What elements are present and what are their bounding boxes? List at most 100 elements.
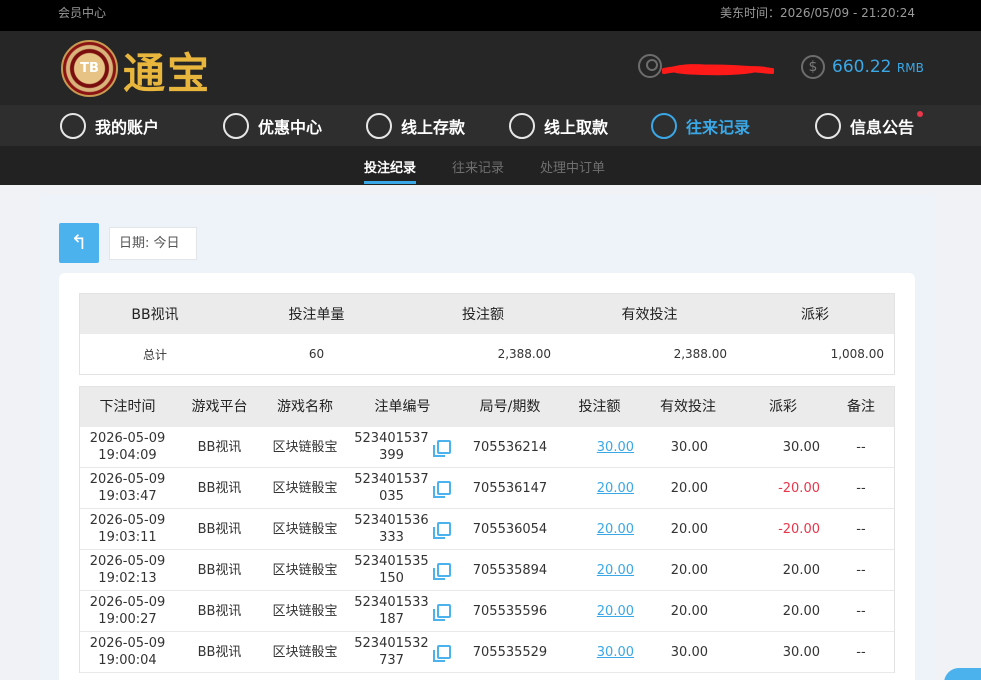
bet-amount-cell: 30.00 [561,632,638,672]
summary-header: 投注额 [462,307,504,323]
dollar-coin-icon: $ [801,55,825,79]
eastern-time-clock: 美东时间：2026/05/09 - 21:20:24 [719,6,915,20]
nav-label: 线上存款 [401,117,466,137]
nav-online-deposit[interactable]: 线上存款 [366,105,465,146]
note-cell: -- [856,562,866,578]
user-avatar-icon[interactable] [638,54,662,78]
order-number-part: 187 [379,612,404,627]
payout-cell: 20.00 [738,550,828,590]
copy-icon[interactable] [432,481,451,498]
casino-chip-logo-icon: TB [61,40,118,97]
payout-cell: 30.00 [738,632,828,672]
order-number: 523401537 399 [354,430,428,464]
payout-value: -20.00 [778,521,820,537]
bet-date: 2026-05-09 [89,636,166,651]
withdraw-icon [509,112,535,139]
nav-transaction-records[interactable]: 往来记录 [651,105,750,146]
column-header: 有效投注 [660,398,716,415]
bet-amount-link[interactable]: 20.00 [597,562,634,579]
deposit-icon [366,112,392,139]
copy-icon[interactable] [432,522,451,539]
tab-bet-records[interactable]: 投注纪录 [364,157,417,184]
bet-amount-link[interactable]: 20.00 [597,603,634,620]
bet-clock: 19:00:04 [98,653,157,668]
balance-currency: RMB [896,61,924,75]
member-center-link[interactable]: 会员中心 [58,4,106,21]
bet-amount-cell: 30.00 [561,427,638,467]
order-number: 523401537 035 [354,471,428,505]
bet-amount-link[interactable]: 20.00 [597,480,634,497]
sub-navigation: 投注纪录 往来记录 处理中订单 [0,146,981,185]
column-header: 投注额 [578,398,621,415]
bet-amount-link[interactable]: 20.00 [597,521,634,538]
bet-clock: 19:03:11 [98,530,157,545]
order-number-part: 737 [379,653,404,668]
tab-pending-orders[interactable]: 处理中订单 [540,157,605,176]
valid-bet-cell: 20.00 [670,562,708,578]
bet-amount-link[interactable]: 30.00 [597,644,634,661]
bet-clock: 19:03:47 [98,489,157,504]
payout-cell: -20.00 [738,509,828,549]
payout-value: 20.00 [782,603,820,619]
bet-time: 2026-05-09 19:03:11 [80,509,175,549]
bet-records-table: 下注时间 游戏平台 游戏名称 注单编号 局号/期数 投注额 有效投注 派彩 备注… [79,386,895,673]
nav-announcements[interactable]: 信息公告 [815,105,924,146]
order-number: 523401536 333 [354,512,428,546]
column-header: 游戏名称 [277,398,333,415]
logo-text: 通宝 [123,49,212,98]
game-name-cell: 区块链骰宝 [272,603,338,619]
column-header: 注单编号 [374,398,431,415]
game-name-cell: 区块链骰宝 [272,439,338,455]
date-filter[interactable]: 日期: 今日 [109,227,197,260]
nav-online-withdraw[interactable]: 线上取款 [509,105,608,146]
order-number-part: 035 [379,489,404,504]
payout-value: 20.00 [782,562,820,578]
order-number-part: 399 [379,448,404,463]
site-logo[interactable]: TB 通宝 [61,38,221,98]
order-number-cell: 523401533 187 [346,591,459,631]
summary-header-row: BB视讯 投注单量 投注额 有效投注 派彩 [80,294,894,334]
summary-cell: 总计 [142,347,167,362]
summary-header: 有效投注 [621,307,678,323]
copy-icon[interactable] [432,440,451,457]
back-button[interactable]: ↰ [59,223,99,263]
nav-label: 优惠中心 [258,117,323,137]
order-number-part: 150 [379,571,404,586]
top-strip: 会员中心 美东时间：2026/05/09 - 21:20:24 [0,0,981,31]
payout-value: -20.00 [778,480,820,496]
nav-promotions[interactable]: 优惠中心 [223,105,322,146]
valid-bet-cell: 20.00 [670,603,708,619]
copy-icon[interactable] [432,563,451,580]
order-number: 523401535 150 [354,553,428,587]
bet-date: 2026-05-09 [89,554,166,569]
summary-header: 派彩 [801,307,829,323]
valid-bet-cell: 30.00 [670,644,708,660]
order-number-part: 523401537 [354,431,429,446]
balance-amount: 660.22 [832,57,892,77]
order-number-cell: 523401537 035 [346,468,459,508]
column-header: 局号/期数 [479,398,541,415]
bet-amount-link[interactable]: 30.00 [597,439,634,456]
copy-icon[interactable] [432,645,451,662]
copy-icon[interactable] [432,604,451,621]
nav-my-account[interactable]: 我的账户 [60,105,159,146]
summary-table: BB视讯 投注单量 投注额 有效投注 派彩 总计 60 2,388.00 2,3… [79,293,895,375]
order-number-cell: 523401536 333 [346,509,459,549]
bet-time: 2026-05-09 19:02:13 [80,550,175,590]
notification-dot [917,111,924,117]
chat-support-button[interactable] [944,668,981,680]
order-number-cell: 523401532 737 [346,632,459,672]
bet-date: 2026-05-09 [89,472,166,487]
tab-transaction-records[interactable]: 往来记录 [452,157,504,176]
round-number-cell: 705535529 [472,644,548,660]
bet-time: 2026-05-09 19:00:04 [80,632,175,672]
account-balance: 660.22 RMB [832,57,924,77]
bet-time: 2026-05-09 19:00:27 [80,591,175,631]
record-icon [651,112,677,139]
valid-bet-cell: 20.00 [670,521,708,537]
bet-date: 2026-05-09 [89,431,166,446]
platform-cell: BB视讯 [197,480,242,496]
payout-value: 30.00 [782,439,820,455]
redaction-scribble [662,64,774,76]
column-header: 下注时间 [99,398,156,415]
